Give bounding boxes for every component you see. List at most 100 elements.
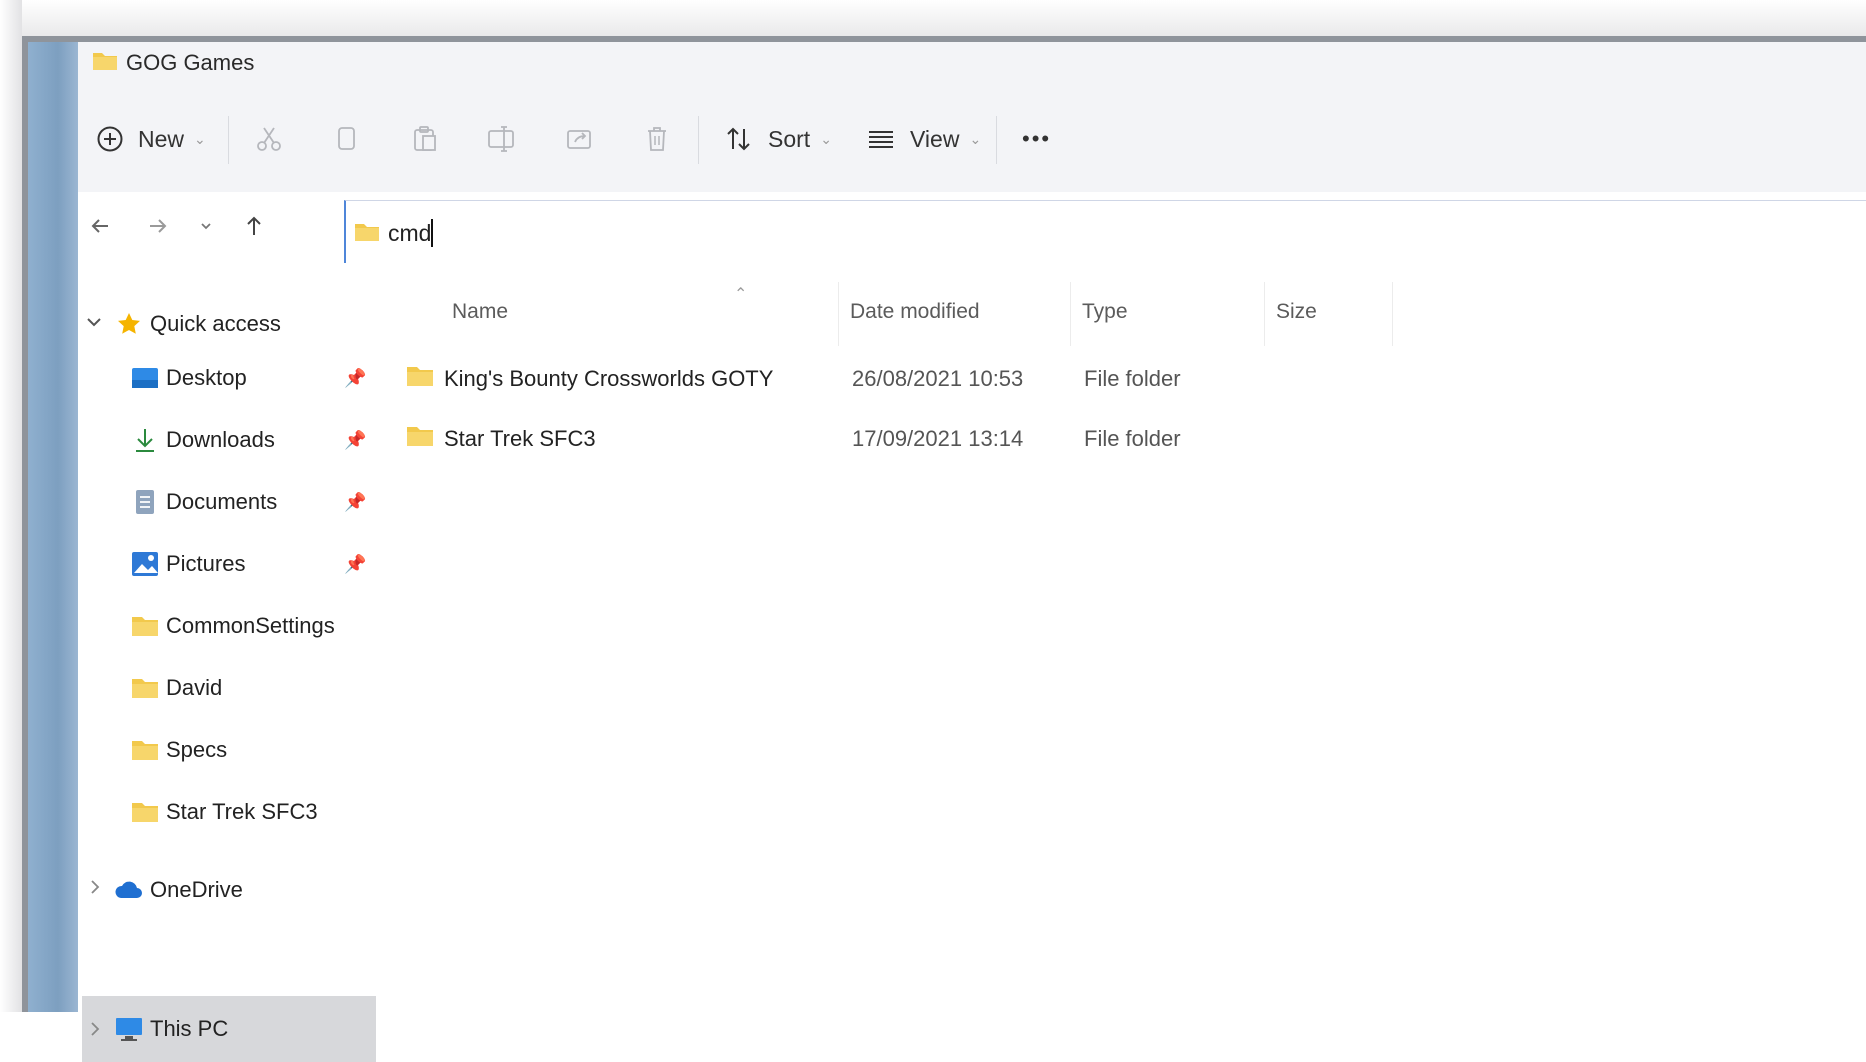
clipboard-icon [410, 124, 440, 154]
address-bar[interactable] [344, 200, 1866, 263]
folder-icon [354, 221, 380, 248]
sidebar-item-downloads[interactable]: Downloads [130, 416, 376, 464]
toolbar-divider [228, 116, 229, 164]
chevron-right-icon[interactable] [86, 1020, 104, 1044]
folder-icon [130, 797, 160, 827]
file-row[interactable]: Star Trek SFC3 17/09/2021 13:14 File fol… [406, 416, 1606, 462]
sidebar-item-pictures[interactable]: Pictures [130, 540, 376, 588]
folder-icon [130, 735, 160, 765]
arrow-up-icon [242, 214, 266, 243]
window-title: GOG Games [126, 50, 255, 75]
recent-locations-button[interactable] [186, 208, 226, 248]
cloud-icon [114, 875, 144, 905]
arrow-left-icon [88, 214, 112, 243]
chevron-down-icon: ⌄ [820, 130, 832, 147]
new-button[interactable]: New ⌄ [96, 98, 206, 180]
sort-arrows-icon [724, 124, 754, 154]
pin-icon[interactable]: 📌 [344, 478, 366, 526]
back-button[interactable] [80, 208, 120, 248]
background-window-strip [28, 42, 78, 1012]
sidebar-item-documents[interactable]: Documents [130, 478, 376, 526]
folder-icon [130, 611, 160, 641]
list-view-icon [866, 124, 896, 154]
folder-icon [130, 673, 160, 703]
sidebar-item-david[interactable]: David [130, 664, 376, 712]
file-date: 17/09/2021 13:14 [852, 426, 1024, 451]
column-header-type[interactable]: Type [1082, 300, 1128, 324]
sidebar-item-label: Documents [166, 489, 278, 514]
column-header-date-modified[interactable]: Date modified [850, 300, 980, 324]
chevron-down-icon: ⌄ [969, 130, 982, 147]
scissors-icon [254, 124, 284, 154]
chevron-down-icon [197, 217, 215, 240]
cut-button[interactable] [254, 98, 284, 180]
file-date: 26/08/2021 10:53 [852, 366, 1024, 391]
file-name: Star Trek SFC3 [444, 426, 596, 451]
sidebar-item-label: Downloads [166, 427, 275, 452]
file-explorer-window: GOG Games New ⌄ Sort ⌄ View ⌄ ••• cmd Qu… [78, 42, 1866, 1062]
view-button[interactable]: View ⌄ [866, 98, 981, 180]
column-divider[interactable] [1264, 282, 1265, 346]
arrow-right-icon [146, 214, 170, 243]
sidebar-item-label: CommonSettings [166, 613, 335, 638]
file-type: File folder [1084, 426, 1181, 451]
column-divider[interactable] [838, 282, 839, 346]
sidebar-item-label: Pictures [166, 551, 246, 576]
share-button[interactable] [564, 98, 594, 180]
title-bar[interactable]: GOG Games [78, 42, 1866, 84]
chevron-down-icon[interactable] [84, 312, 104, 338]
pictures-icon [130, 549, 160, 579]
chevron-down-icon: ⌄ [194, 130, 206, 147]
text-cursor [431, 219, 433, 247]
sidebar-item-label: Star Trek SFC3 [166, 799, 318, 824]
chevron-right-icon[interactable] [86, 878, 104, 902]
sort-up-icon: ⌃ [734, 286, 748, 303]
pin-icon[interactable]: 📌 [344, 354, 366, 402]
sidebar-item-quick-access[interactable]: Quick access [114, 300, 281, 348]
desktop-icon [130, 363, 160, 393]
file-type: File folder [1084, 366, 1181, 391]
document-icon [130, 487, 160, 517]
address-input[interactable] [388, 213, 988, 253]
pin-icon[interactable]: 📌 [344, 416, 366, 464]
plus-circle-icon [96, 125, 124, 153]
sidebar-item-label: This PC [150, 1016, 229, 1041]
screen-background-top [0, 0, 1866, 36]
toolbar-divider [698, 116, 699, 164]
more-icon: ••• [1022, 126, 1052, 151]
folder-icon [406, 364, 434, 394]
screen-background-left [0, 0, 22, 1012]
trash-icon [642, 124, 672, 154]
command-bar: New ⌄ Sort ⌄ View ⌄ ••• [78, 98, 1866, 180]
sidebar-item-commonsettings[interactable]: CommonSettings [130, 602, 376, 650]
more-options-button[interactable]: ••• [1022, 98, 1051, 180]
sidebar-item-onedrive[interactable]: OneDrive [114, 866, 243, 914]
up-button[interactable] [234, 208, 274, 248]
share-icon [564, 124, 594, 154]
sidebar-item-specs[interactable]: Specs [130, 726, 376, 774]
pin-icon[interactable]: 📌 [344, 540, 366, 588]
star-icon [114, 309, 144, 339]
sidebar-item-star-trek-sfc3[interactable]: Star Trek SFC3 [130, 788, 376, 836]
sidebar-item-label: David [166, 675, 223, 700]
sidebar-item-this-pc[interactable]: This PC [114, 1005, 228, 1053]
column-header-name[interactable]: Name [452, 300, 508, 324]
sidebar-item-label: Desktop [166, 365, 247, 390]
navigation-pane: Quick access Desktop 📌 Downloads 📌 Docum… [78, 270, 376, 1062]
delete-button[interactable] [642, 98, 672, 180]
sort-button[interactable]: Sort ⌄ [724, 98, 832, 180]
column-divider[interactable] [1392, 282, 1393, 346]
copy-icon [332, 124, 362, 154]
paste-button[interactable] [410, 98, 440, 180]
copy-button[interactable] [332, 98, 362, 180]
rename-icon [486, 124, 518, 154]
column-header-size[interactable]: Size [1276, 300, 1317, 324]
sidebar-item-desktop[interactable]: Desktop [130, 354, 376, 402]
sidebar-item-label: OneDrive [150, 877, 243, 902]
rename-button[interactable] [486, 98, 518, 180]
file-name: King's Bounty Crossworlds GOTY [444, 366, 774, 391]
forward-button[interactable] [138, 208, 178, 248]
column-divider[interactable] [1070, 282, 1071, 346]
file-row[interactable]: King's Bounty Crossworlds GOTY 26/08/202… [406, 356, 1606, 402]
new-label: New [138, 125, 185, 152]
